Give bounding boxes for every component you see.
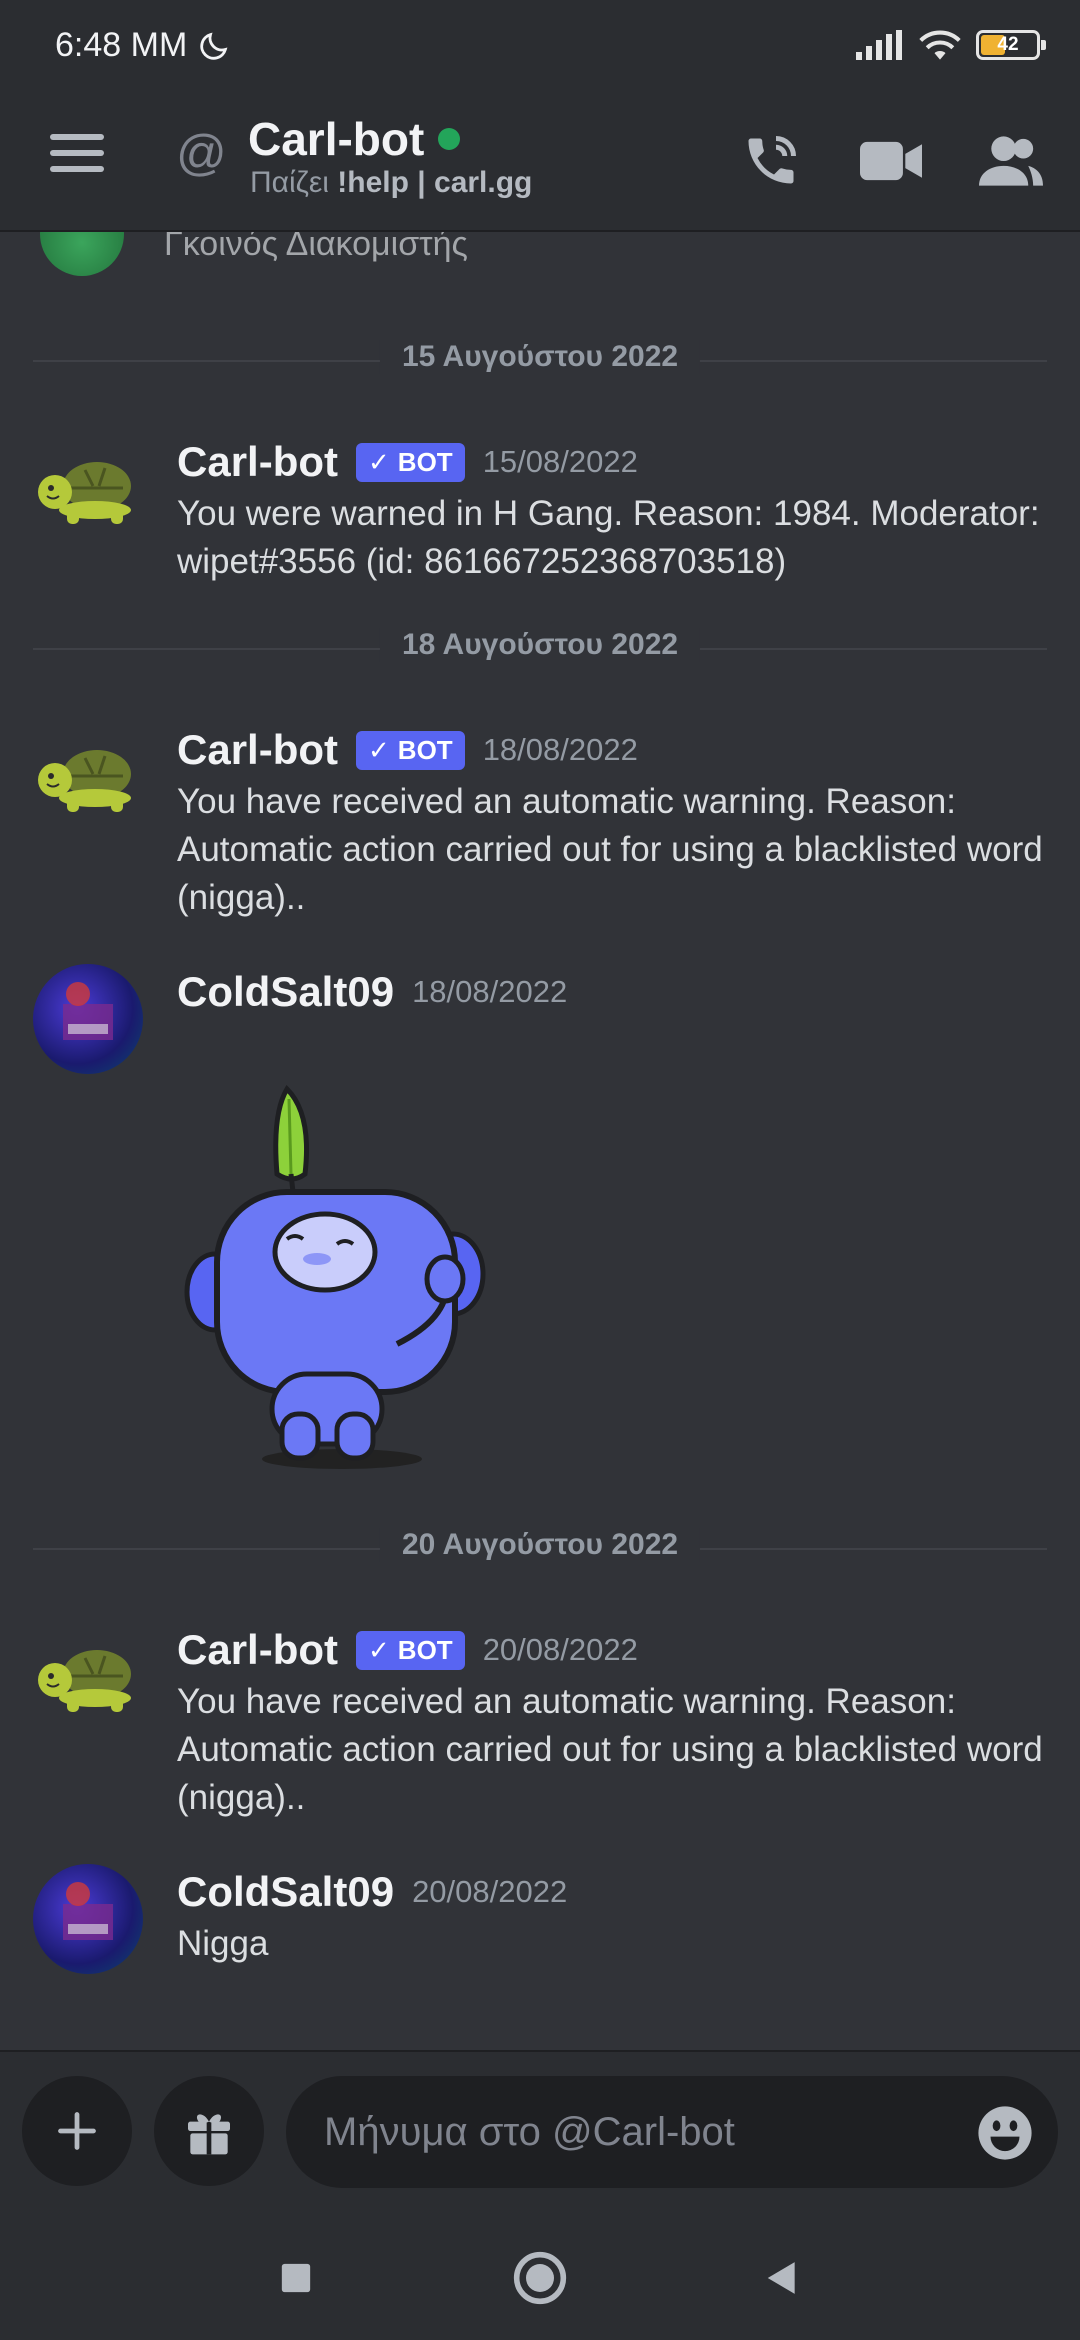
user-avatar-icon: [63, 1882, 113, 1940]
timestamp: 18/08/2022: [482, 732, 638, 767]
signal-icon: [856, 30, 902, 60]
message-text: Nigga: [177, 1924, 269, 1963]
video-call-button[interactable]: [856, 126, 926, 196]
wumpus-leaf-sticker[interactable]: [177, 1074, 497, 1474]
server-avatar: [40, 232, 124, 276]
message-input[interactable]: [324, 2076, 944, 2188]
battery-level: 42: [997, 34, 1019, 55]
message-box: [286, 2076, 1058, 2188]
status-time: 6:48 MM: [55, 26, 231, 65]
status-time-text: 6:48 MM: [55, 26, 188, 64]
triangle-back-icon: [767, 2262, 795, 2294]
message-text: You have received an automatic warning. …: [177, 782, 1043, 917]
turtle-avatar-icon: [38, 1650, 131, 1712]
date-divider-label: 15 Αυγούστου 2022: [379, 340, 701, 374]
voice-call-button[interactable]: [736, 126, 806, 196]
verified-check-icon: ✓: [368, 734, 390, 765]
username[interactable]: Carl-bot: [177, 726, 338, 774]
activity-status: Παίζει !help | carl.gg: [250, 166, 532, 200]
message-input-bar: [0, 2050, 1080, 2210]
gift-icon: [188, 2114, 230, 2155]
add-attachment-button[interactable]: [22, 2076, 132, 2186]
wumpus-sticker-icon: [184, 1084, 486, 1469]
bot-badge: ✓ BOT: [356, 442, 465, 482]
timestamp: 18/08/2022: [412, 974, 568, 1009]
avatar[interactable]: [33, 434, 143, 544]
turtle-avatar-icon: [38, 462, 131, 524]
avatar[interactable]: [33, 1622, 143, 1732]
message-text: You were warned in H Gang. Reason: 1984.…: [177, 494, 1040, 581]
online-status-icon: [438, 128, 461, 150]
wifi-icon: [919, 30, 961, 60]
gift-button[interactable]: [154, 2076, 264, 2186]
date-divider: 15 Αυγούστου 2022: [33, 340, 1047, 374]
avatar[interactable]: [33, 722, 143, 832]
bot-badge: ✓ BOT: [356, 1630, 465, 1670]
date-divider: 18 Αυγούστου 2022: [33, 628, 1047, 662]
channel-header: @ Carl-bot Παίζει !help | carl.gg: [0, 96, 1080, 232]
profile-button[interactable]: [976, 126, 1046, 196]
recents-button[interactable]: [268, 2250, 324, 2306]
dm-title[interactable]: Carl-bot: [248, 112, 461, 166]
username[interactable]: ColdSalt09: [177, 1868, 394, 1916]
battery-icon: 42: [976, 30, 1046, 60]
circle-home-icon: [513, 2251, 567, 2305]
emoji-smile-icon: [978, 2106, 1032, 2160]
bot-badge-label: BOT: [397, 1634, 453, 1665]
emoji-button[interactable]: [976, 2104, 1034, 2162]
avatar[interactable]: [33, 1864, 143, 1974]
timestamp: 15/08/2022: [482, 444, 638, 479]
partial-text: Γκοινός Διακομιστής: [164, 232, 468, 263]
username[interactable]: Carl-bot: [177, 1626, 338, 1674]
username[interactable]: ColdSalt09: [177, 968, 394, 1016]
activity-name: !help | carl.gg: [337, 166, 533, 199]
square-icon: [281, 2263, 311, 2293]
status-bar: 6:48 MM 42: [0, 0, 1080, 96]
avatar[interactable]: [33, 964, 143, 1074]
header-actions: [736, 126, 1046, 196]
user-avatar-icon: [63, 982, 113, 1040]
date-divider: 20 Αυγούστου 2022: [33, 1528, 1047, 1562]
status-icons: 42: [856, 28, 1046, 62]
system-nav-bar: [0, 2210, 1080, 2340]
activity-prefix: Παίζει: [250, 166, 338, 199]
turtle-avatar-icon: [38, 750, 131, 812]
menu-icon[interactable]: [50, 134, 104, 184]
partial-message: Γκοινός Διακομιστής: [40, 232, 468, 276]
username[interactable]: Carl-bot: [177, 438, 338, 486]
timestamp: 20/08/2022: [482, 1632, 638, 1667]
bot-badge-label: BOT: [397, 446, 453, 477]
plus-icon: [58, 2112, 96, 2150]
video-camera-icon: [860, 141, 922, 181]
bot-badge: ✓ BOT: [356, 730, 465, 770]
verified-check-icon: ✓: [368, 1634, 390, 1665]
home-button[interactable]: [512, 2250, 568, 2306]
date-divider-label: 20 Αυγούστου 2022: [379, 1528, 701, 1562]
message-list[interactable]: Γκοινός Διακομιστής 15 Αυγούστου 2022 Ca…: [0, 232, 1080, 2050]
dm-title-text: Carl-bot: [248, 113, 425, 165]
message-text: You have received an automatic warning. …: [177, 1682, 1043, 1817]
at-icon: @: [176, 125, 227, 181]
date-divider-label: 18 Αυγούστου 2022: [379, 628, 701, 662]
phone-call-icon: [748, 136, 796, 184]
timestamp: 20/08/2022: [412, 1874, 568, 1909]
members-icon: [979, 136, 1043, 186]
bot-badge-label: BOT: [397, 734, 453, 765]
moon-icon: [200, 32, 228, 60]
verified-check-icon: ✓: [368, 446, 390, 477]
back-button[interactable]: [754, 2250, 810, 2306]
